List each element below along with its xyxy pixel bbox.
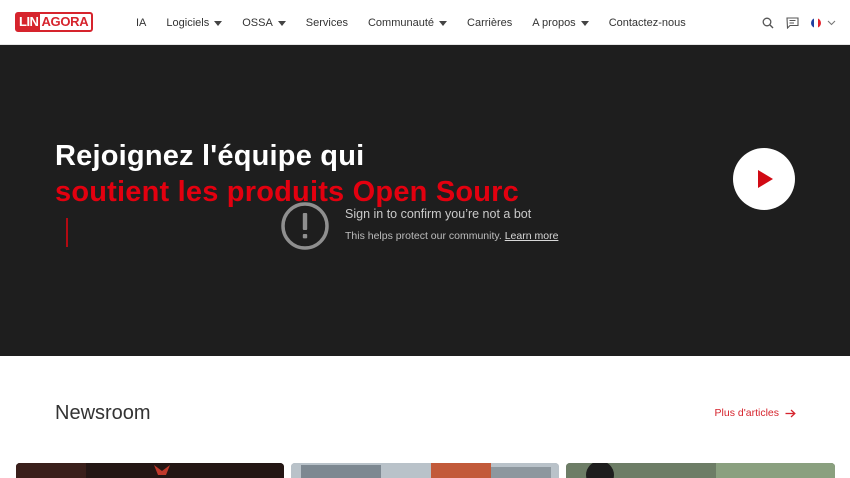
bot-check-title: Sign in to confirm you’re not a bot	[345, 207, 532, 221]
bot-check-text: This helps protect our community.	[345, 230, 502, 242]
more-articles-link[interactable]: Plus d'articles	[715, 407, 796, 419]
news-card-image[interactable]	[16, 463, 284, 478]
nav-label: Communauté	[367, 16, 435, 29]
bot-check-subtitle: This helps protect our community. Learn …	[345, 230, 558, 242]
warning-circle-icon	[281, 202, 329, 250]
nav-label: OSSA	[242, 16, 273, 29]
french-flag-icon	[811, 17, 821, 28]
site-header: LIN AGORA IA Logiciels OSSA Services Com…	[0, 0, 850, 45]
learn-more-link[interactable]: Learn more	[505, 230, 559, 242]
nav-label: Contactez-nous	[608, 16, 686, 29]
bot-check-notice: Sign in to confirm you’re not a bot This…	[280, 201, 600, 253]
nav-label: A propos	[532, 16, 576, 29]
nav-item-services[interactable]: Services	[306, 17, 348, 29]
text-cursor	[66, 218, 68, 247]
news-card-image[interactable]	[566, 463, 835, 478]
nav-label: IA	[136, 16, 147, 29]
search-icon[interactable]	[762, 17, 774, 29]
nav-label: Carrières	[467, 16, 513, 29]
linagora-logo[interactable]: LIN AGORA	[15, 12, 94, 32]
logo-part-agora: AGORA	[41, 14, 89, 29]
newsroom-title: Newsroom	[55, 402, 151, 424]
nav-item-logiciels[interactable]: Logiciels	[166, 16, 223, 29]
nav-item-contact[interactable]: Contactez-nous	[609, 17, 686, 29]
language-selector[interactable]	[811, 17, 836, 28]
nav-item-communaute[interactable]: Communauté	[367, 16, 448, 29]
nav-item-ossa[interactable]: OSSA	[242, 17, 286, 29]
header-tools	[750, 0, 836, 45]
main-nav: IA Logiciels OSSA Services Communauté Ca…	[136, 0, 706, 45]
hero-title-line1: Rejoignez l'équipe qui	[55, 140, 365, 172]
play-icon	[758, 170, 773, 188]
caret-down-icon	[580, 20, 589, 26]
chat-icon[interactable]	[786, 16, 799, 29]
caret-down-icon	[439, 20, 448, 26]
nav-item-a-propos[interactable]: A propos	[532, 16, 589, 29]
nav-item-ia[interactable]: IA	[136, 17, 146, 29]
play-button[interactable]	[733, 148, 795, 210]
caret-down-icon	[214, 20, 223, 26]
caret-down-icon	[277, 20, 286, 26]
arrow-right-icon	[785, 409, 796, 417]
news-cards	[16, 463, 835, 478]
news-card-image[interactable]	[291, 463, 559, 478]
chevron-down-icon	[827, 20, 836, 25]
hero-video[interactable]: Rejoignez l'équipe qui soutient les prod…	[0, 45, 850, 356]
nav-label: Logiciels	[166, 16, 210, 29]
nav-label: Services	[305, 16, 348, 29]
logo-part-lin: LIN	[17, 14, 41, 30]
more-articles-label: Plus d'articles	[714, 407, 779, 419]
nav-item-carrieres[interactable]: Carrières	[467, 17, 512, 29]
